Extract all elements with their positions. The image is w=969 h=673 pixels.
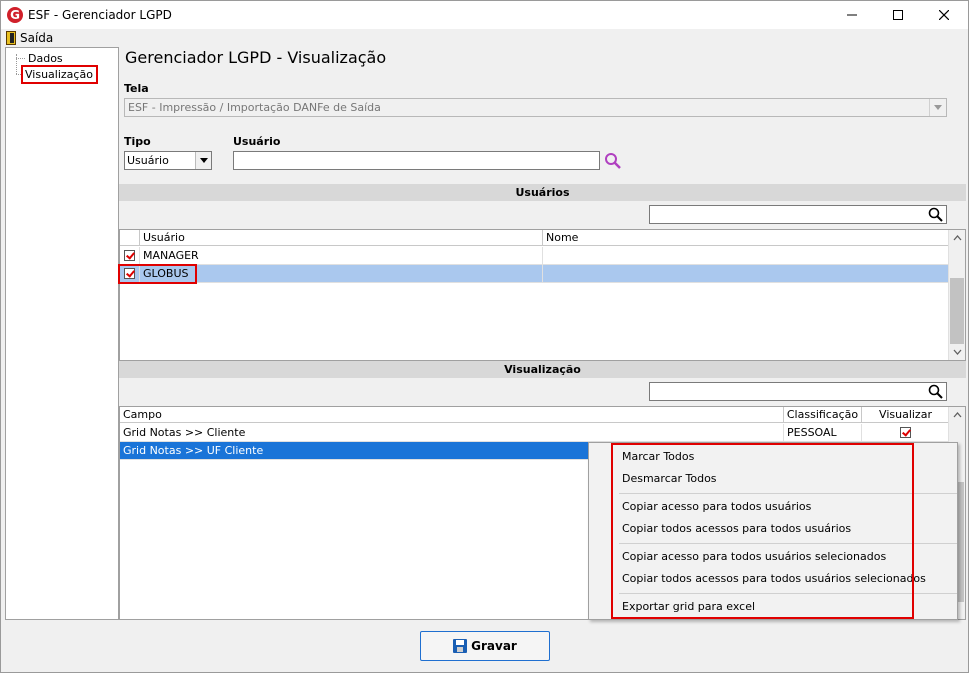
menu-item-copiar-acesso-selecionados[interactable]: Copiar acesso para todos usuários seleci… xyxy=(622,547,886,567)
row-checkbox[interactable] xyxy=(120,247,140,264)
column-header-campo[interactable]: Campo xyxy=(120,407,784,423)
menu-separator xyxy=(619,493,957,494)
save-floppy-icon xyxy=(453,639,468,653)
column-header-nome[interactable]: Nome xyxy=(543,230,949,246)
maximize-icon xyxy=(893,10,903,20)
navigation-tree: Dados Visualização xyxy=(5,47,119,620)
search-icon[interactable] xyxy=(928,207,944,223)
magnifier-icon xyxy=(605,153,621,169)
menu-saida-label: Saída xyxy=(20,31,54,45)
tela-select[interactable]: ESF - Impressão / Importação DANFe de Sa… xyxy=(124,98,947,117)
usuario-input[interactable] xyxy=(233,151,600,170)
tipo-select-value: Usuário xyxy=(127,154,169,167)
menu-separator xyxy=(619,543,957,544)
usuario-label: Usuário xyxy=(233,135,281,148)
minimize-icon xyxy=(847,14,857,16)
search-icon[interactable] xyxy=(928,384,944,400)
cell-classificacao: PESSOAL xyxy=(784,424,862,441)
visualizacao-section-header: Visualização xyxy=(119,361,966,378)
tree-item-dados[interactable]: Dados xyxy=(26,51,65,66)
close-icon xyxy=(939,10,949,20)
menu-saida[interactable]: Saída xyxy=(6,30,53,46)
chevron-down-icon[interactable] xyxy=(195,152,211,169)
search-user-button[interactable] xyxy=(604,152,622,170)
maximize-button[interactable] xyxy=(875,1,921,29)
menu-bar: Saída xyxy=(1,29,968,47)
menu-item-copiar-todos-acessos-todos[interactable]: Copiar todos acessos para todos usuários xyxy=(622,519,851,539)
exit-door-icon xyxy=(6,31,16,45)
window-title: ESF - Gerenciador LGPD xyxy=(28,8,172,22)
app-logo-icon: G xyxy=(7,7,23,23)
usuarios-scrollbar[interactable] xyxy=(948,230,965,360)
checkbox-checked-icon[interactable] xyxy=(124,250,135,261)
menu-item-copiar-acesso-todos[interactable]: Copiar acesso para todos usuários xyxy=(622,497,811,517)
table-row[interactable]: Grid Notas >> Cliente PESSOAL xyxy=(120,424,949,442)
tela-label: Tela xyxy=(124,82,149,95)
menu-separator xyxy=(619,593,957,594)
tree-item-visualizacao[interactable]: Visualização xyxy=(21,65,98,84)
column-header-usuario[interactable]: Usuário xyxy=(140,230,543,246)
visualizacao-grid-header: Campo Classificação Visualizar xyxy=(120,407,949,423)
checkbox-checked-icon[interactable] xyxy=(124,268,135,279)
cell-campo: Grid Notas >> Cliente xyxy=(120,424,784,441)
minimize-button[interactable] xyxy=(829,1,875,29)
usuarios-filter-input[interactable] xyxy=(649,205,947,224)
scroll-up-icon[interactable] xyxy=(949,230,965,246)
scrollbar-thumb[interactable] xyxy=(950,278,964,344)
menu-item-marcar-todos[interactable]: Marcar Todos xyxy=(622,447,694,467)
tree-connector xyxy=(16,54,17,74)
menu-item-copiar-todos-acessos-selecionados[interactable]: Copiar todos acessos para todos usuários… xyxy=(622,569,926,589)
cell-usuario: MANAGER xyxy=(140,247,543,264)
cell-visualizar[interactable] xyxy=(862,424,949,441)
cell-nome xyxy=(543,265,949,282)
title-bar: G ESF - Gerenciador LGPD xyxy=(1,1,968,29)
cell-usuario: GLOBUS xyxy=(140,265,543,282)
page-title: Gerenciador LGPD - Visualização xyxy=(125,48,387,67)
tree-connector xyxy=(16,58,25,59)
tela-select-value: ESF - Impressão / Importação DANFe de Sa… xyxy=(128,101,381,114)
close-button[interactable] xyxy=(921,1,967,29)
column-header-visualizar[interactable]: Visualizar xyxy=(862,407,949,423)
usuarios-grid-header: Usuário Nome xyxy=(120,230,949,246)
gravar-button-label: Gravar xyxy=(471,639,517,653)
menu-item-exportar-excel[interactable]: Exportar grid para excel xyxy=(622,597,755,617)
tipo-label: Tipo xyxy=(124,135,151,148)
cell-nome xyxy=(543,247,949,264)
menu-item-desmarcar-todos[interactable]: Desmarcar Todos xyxy=(622,469,717,489)
scroll-up-icon[interactable] xyxy=(949,407,965,423)
checkbox-checked-icon[interactable] xyxy=(899,427,911,438)
usuarios-grid: Usuário Nome MANAGER GLOBUS xyxy=(119,229,966,361)
row-checkbox[interactable] xyxy=(120,265,140,282)
usuarios-section-header: Usuários xyxy=(119,184,966,201)
app-window: G ESF - Gerenciador LGPD Saída Dados Vis… xyxy=(0,0,969,673)
visualizacao-filter-input[interactable] xyxy=(649,382,947,401)
column-header-classificacao[interactable]: Classificação xyxy=(784,407,862,423)
checkbox-column-header xyxy=(120,230,140,246)
table-row[interactable]: MANAGER xyxy=(120,247,949,265)
context-menu: Marcar Todos Desmarcar Todos Copiar aces… xyxy=(588,442,958,620)
gravar-button[interactable]: Gravar xyxy=(420,631,550,661)
table-row[interactable]: GLOBUS xyxy=(120,265,949,283)
tipo-select[interactable]: Usuário xyxy=(124,151,212,170)
chevron-down-icon[interactable] xyxy=(929,99,946,116)
scroll-down-icon[interactable] xyxy=(949,344,965,360)
